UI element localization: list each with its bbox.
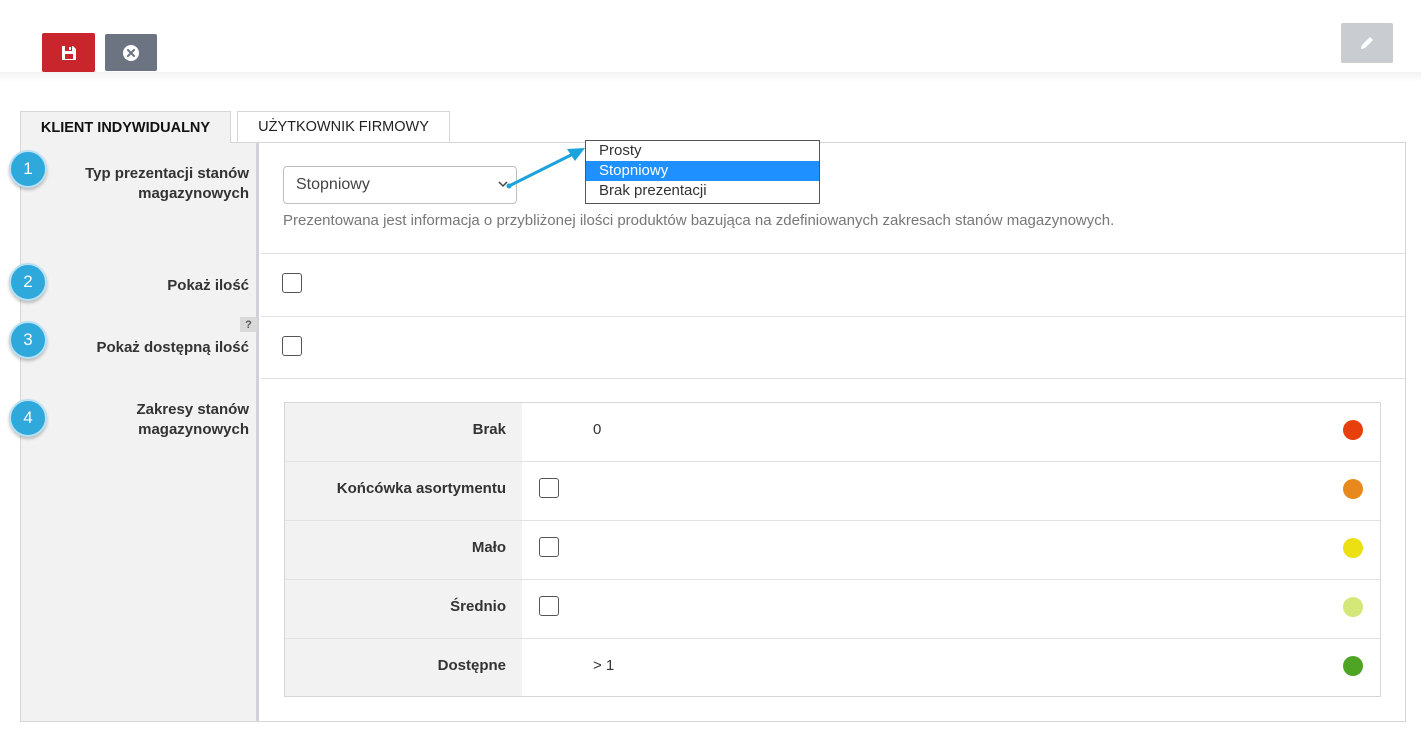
table-row-divider [285,520,1380,521]
save-button[interactable] [42,33,95,72]
help-icon[interactable]: ? [240,317,257,332]
step-badge-4: 4 [9,399,47,437]
status-dot-green [1343,656,1363,676]
status-dot-light-green [1343,597,1363,617]
range-label-koncowka: Końcówka asortymentu [336,480,506,497]
step-badge-3: 3 [9,321,47,359]
table-row-divider [285,579,1380,580]
show-available-quantity-checkbox[interactable] [282,336,302,356]
toolbar-divider [0,72,1421,82]
tab-uzytkownik-firmowy[interactable]: UŻYTKOWNIK FIRMOWY [237,111,450,143]
tab-klient-indywidualny[interactable]: KLIENT INDYWIDUALNY [20,111,231,143]
option-brak-prezentacji[interactable]: Brak prezentacji [586,181,819,201]
select-value: Stopniowy [296,176,370,193]
table-row-divider [285,461,1380,462]
step-badge-1: 1 [9,150,47,188]
range-label-srednio: Średnio [450,598,506,615]
option-stopniowy[interactable]: Stopniowy [586,161,819,181]
callout-arrow-icon [506,148,585,189]
presentation-type-dropdown: Prosty Stopniowy Brak prezentacji [585,140,820,204]
floppy-disk-icon [61,45,76,60]
table-row-divider [285,638,1380,639]
row-divider [261,378,1405,379]
row-divider [261,316,1405,317]
row-divider [261,253,1405,254]
range-value-dostepne: > 1 [593,657,615,674]
stock-ranges-table: Brak 0 Końcówka asortymentu Mało Średnio… [284,402,1381,697]
presentation-type-select[interactable]: Stopniowy [283,166,517,204]
range-label-dostepne: Dostępne [437,657,506,674]
step-badge-2: 2 [9,263,47,301]
show-available-quantity-label: Pokaż dostępną ilość [96,339,249,356]
range-checkbox-malo[interactable] [539,537,559,557]
show-quantity-label: Pokaż ilość [167,277,249,294]
presentation-type-label: Typ prezentacji stanów magazynowych [85,165,249,202]
status-dot-yellow [1343,538,1363,558]
cancel-button[interactable] [105,34,157,71]
presentation-type-description: Prezentowana jest informacja o przybliżo… [283,212,1115,229]
range-checkbox-koncowka[interactable] [539,478,559,498]
range-checkbox-srednio[interactable] [539,596,559,616]
stock-ranges-label: Zakresy stanów magazynowych [136,401,249,438]
range-label-brak: Brak [472,421,506,438]
range-value-brak: 0 [593,421,602,438]
edit-button[interactable] [1341,23,1393,63]
show-quantity-checkbox[interactable] [282,273,302,293]
pencil-icon [1361,37,1373,49]
option-prosty[interactable]: Prosty [586,141,819,161]
circle-x-icon [123,44,139,61]
range-label-malo: Mało [471,539,506,556]
status-dot-orange [1343,479,1363,499]
status-dot-red [1343,420,1363,440]
